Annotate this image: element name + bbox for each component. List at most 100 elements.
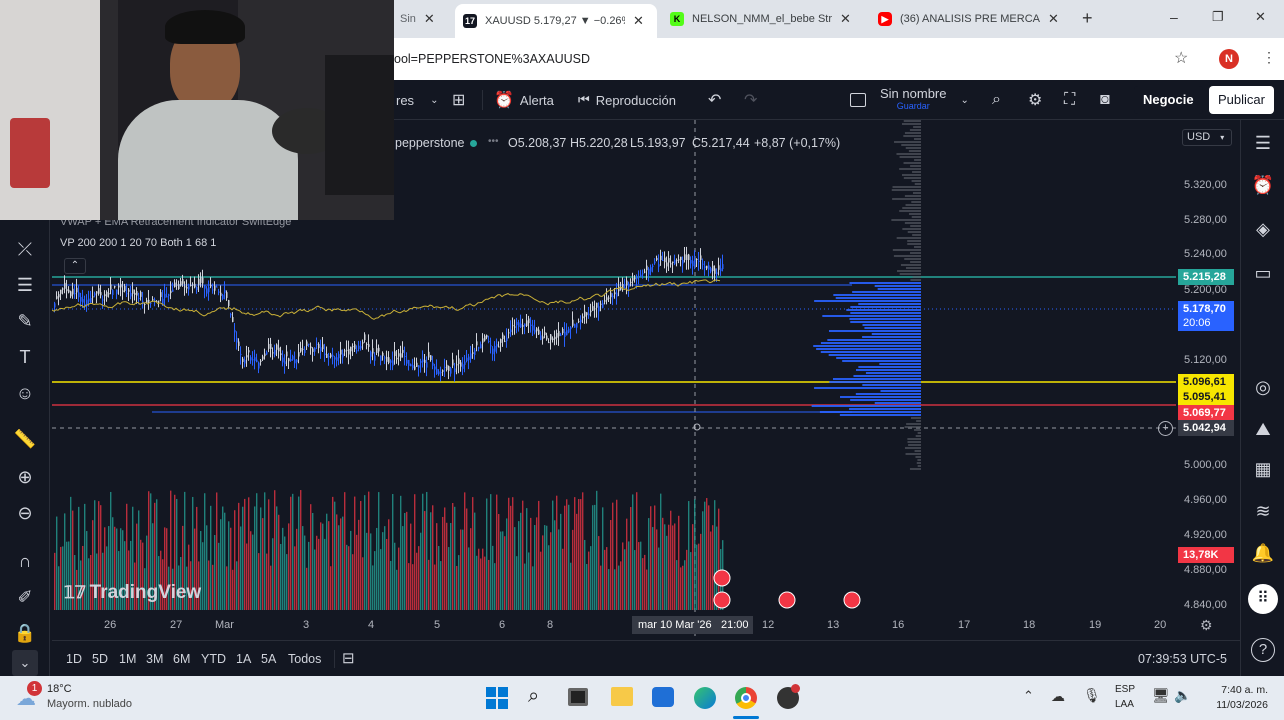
broadcast-icon[interactable]: ≋ bbox=[1250, 498, 1276, 524]
volume-bar bbox=[60, 546, 62, 610]
help-icon[interactable]: ? bbox=[1251, 638, 1275, 662]
range-ytd-button[interactable]: YTD bbox=[201, 641, 226, 677]
bookmark-star-icon[interactable]: ☆ bbox=[1174, 48, 1188, 68]
close-icon[interactable]: ✕ bbox=[1048, 11, 1059, 27]
trade-button[interactable]: Negocie bbox=[1134, 86, 1203, 114]
emoji-icon[interactable]: ☺ bbox=[12, 380, 38, 406]
volume-bar bbox=[516, 556, 518, 610]
undo-icon[interactable]: ↶ bbox=[708, 80, 721, 120]
range-1m-button[interactable]: 1M bbox=[119, 641, 136, 677]
profile-avatar[interactable]: N bbox=[1219, 49, 1239, 69]
text-tool-icon[interactable]: T bbox=[12, 344, 38, 370]
layout-grid-icon[interactable]: ⊞ bbox=[452, 80, 465, 120]
close-icon[interactable]: ✕ bbox=[840, 11, 851, 27]
camera-snapshot-icon[interactable]: ◙ bbox=[1100, 80, 1110, 120]
range-1a-button[interactable]: 1A bbox=[236, 641, 251, 677]
microsoft-store-icon[interactable] bbox=[652, 687, 674, 707]
ruler-icon[interactable]: 📏 bbox=[12, 426, 38, 452]
ideas-triangle-icon[interactable]: ⛰ bbox=[1250, 416, 1276, 442]
layers-icon[interactable]: ◈ bbox=[1250, 216, 1276, 242]
file-explorer-icon[interactable] bbox=[611, 687, 633, 706]
close-icon[interactable]: ✕ bbox=[633, 13, 644, 29]
indicators-button[interactable]: res ⌄ bbox=[396, 80, 438, 120]
collapse-legend-button[interactable]: ⌃ bbox=[64, 258, 86, 274]
url-field[interactable]: ool=PEPPERSTONE%3AXAUUSD bbox=[394, 46, 590, 72]
indicator-vp-label[interactable]: VP 200 200 1 20 70 Both 1 68 1 bbox=[60, 237, 216, 249]
range-1d-button[interactable]: 1D bbox=[66, 641, 82, 677]
clock-timezone[interactable]: 07:39:53 UTC-5 bbox=[1138, 641, 1227, 677]
candle-body bbox=[604, 300, 606, 302]
axis-settings-gear-icon[interactable]: ⚙ bbox=[1200, 617, 1213, 634]
network-icon[interactable]: 🖥 bbox=[1152, 687, 1170, 704]
close-icon[interactable]: ✕ bbox=[424, 11, 435, 27]
range-3m-button[interactable]: 3M bbox=[146, 641, 163, 677]
close-window-button[interactable]: ✕ bbox=[1255, 9, 1266, 25]
volume-icon[interactable]: 🔈 bbox=[1174, 687, 1191, 704]
chat-icon[interactable]: ▭ bbox=[1250, 260, 1276, 286]
price-label: 5.320,00 bbox=[1184, 179, 1227, 191]
chevron-down-icon[interactable]: ⌄ bbox=[12, 650, 38, 676]
taskbar-date[interactable]: 11/03/2026 bbox=[1206, 699, 1268, 711]
minimize-button[interactable]: – bbox=[1170, 9, 1178, 25]
chevron-up-icon[interactable]: ⌃ bbox=[1023, 688, 1034, 704]
target-icon[interactable]: ◎ bbox=[1250, 374, 1276, 400]
alarm-clock-icon[interactable]: ⏰ bbox=[1250, 172, 1276, 198]
tab-youtube[interactable]: ▶ (36) ANALISIS PRE MERCADO ✕ bbox=[870, 6, 1070, 32]
volume-bar bbox=[374, 551, 376, 610]
range-all-button[interactable]: Todos bbox=[288, 641, 321, 677]
lock-icon[interactable]: 🔒 bbox=[12, 620, 38, 646]
publish-button[interactable]: Publicar bbox=[1209, 86, 1274, 114]
fullscreen-icon[interactable]: ⛶ bbox=[1064, 80, 1075, 120]
range-6m-button[interactable]: 6M bbox=[173, 641, 190, 677]
zoom-in-icon[interactable]: ⊕ bbox=[12, 464, 38, 490]
volume-profile-bar bbox=[903, 135, 921, 137]
watchlist-icon[interactable]: ☰ bbox=[1250, 130, 1276, 156]
quick-search-icon[interactable]: ⌕ bbox=[992, 80, 1001, 120]
magnet-icon[interactable]: ∩ bbox=[12, 548, 38, 574]
trend-line-icon[interactable]: ⤫ bbox=[12, 236, 38, 262]
search-icon[interactable]: ⌕ bbox=[528, 685, 539, 708]
edge-browser-icon[interactable] bbox=[694, 687, 716, 709]
pencil-lock-icon[interactable]: ✐ bbox=[12, 584, 38, 610]
obs-app-icon[interactable] bbox=[777, 684, 800, 709]
chrome-browser-icon[interactable] bbox=[735, 687, 757, 709]
date-range-calendar-icon[interactable]: ⊟ bbox=[342, 641, 355, 677]
cloud-sync-icon[interactable]: ☁ bbox=[1051, 688, 1065, 705]
language-primary[interactable]: ESP bbox=[1115, 684, 1135, 695]
candle-body bbox=[482, 338, 484, 343]
replay-button[interactable]: ⏮ Reproducción bbox=[578, 80, 676, 120]
volume-bar bbox=[702, 511, 704, 610]
windows-start-icon[interactable] bbox=[486, 687, 508, 709]
redo-icon[interactable]: ↷ bbox=[744, 80, 757, 120]
alert-button[interactable]: ⏰ Alerta bbox=[494, 80, 554, 120]
task-view-icon[interactable] bbox=[568, 688, 588, 706]
tab-xauusd[interactable]: 17 XAUUSD 5.179,27 ▼ −0.26% ✕ bbox=[455, 4, 657, 38]
volume-bar bbox=[696, 544, 698, 610]
taskbar-time[interactable]: 7:40 a. m. bbox=[1214, 684, 1268, 696]
fib-retracement-icon[interactable]: ☰ bbox=[12, 272, 38, 298]
brush-icon[interactable]: ✎ bbox=[12, 308, 38, 334]
settings-gear-icon[interactable]: ⚙ bbox=[1028, 80, 1042, 120]
new-tab-button[interactable]: + bbox=[1082, 8, 1093, 29]
range-5a-button[interactable]: 5A bbox=[261, 641, 276, 677]
notifications-bell-icon[interactable]: 🔔 bbox=[1250, 540, 1276, 566]
calendar-icon[interactable]: ▦ bbox=[1250, 456, 1276, 482]
menu-kebab-icon[interactable]: ⋮ bbox=[1262, 49, 1276, 66]
candle-body bbox=[72, 288, 74, 295]
volume-bar bbox=[612, 502, 614, 610]
range-5d-button[interactable]: 5D bbox=[92, 641, 108, 677]
apps-grid-icon[interactable]: ⠿ bbox=[1248, 584, 1278, 614]
volume-profile-bar bbox=[904, 195, 921, 197]
zoom-out-icon[interactable]: ⊖ bbox=[12, 500, 38, 526]
layout-name-button[interactable]: Sin nombre Guardar ⌄ bbox=[850, 80, 969, 120]
tab-sin[interactable]: Sin ✕ bbox=[392, 6, 452, 32]
maximize-button[interactable]: ❐ bbox=[1212, 9, 1224, 25]
volume-bar bbox=[368, 491, 370, 610]
tab-nelson[interactable]: K NELSON_NMM_el_bebe Stre ✕ bbox=[662, 6, 862, 32]
candle-body bbox=[566, 330, 568, 336]
add-alert-plus-icon[interactable]: + bbox=[1158, 421, 1173, 436]
volume-profile-bar bbox=[906, 423, 921, 425]
language-secondary[interactable]: LAA bbox=[1115, 699, 1134, 710]
currency-select[interactable]: USD ▾ bbox=[1182, 129, 1232, 146]
microphone-icon[interactable]: 🎙 bbox=[1083, 687, 1101, 704]
